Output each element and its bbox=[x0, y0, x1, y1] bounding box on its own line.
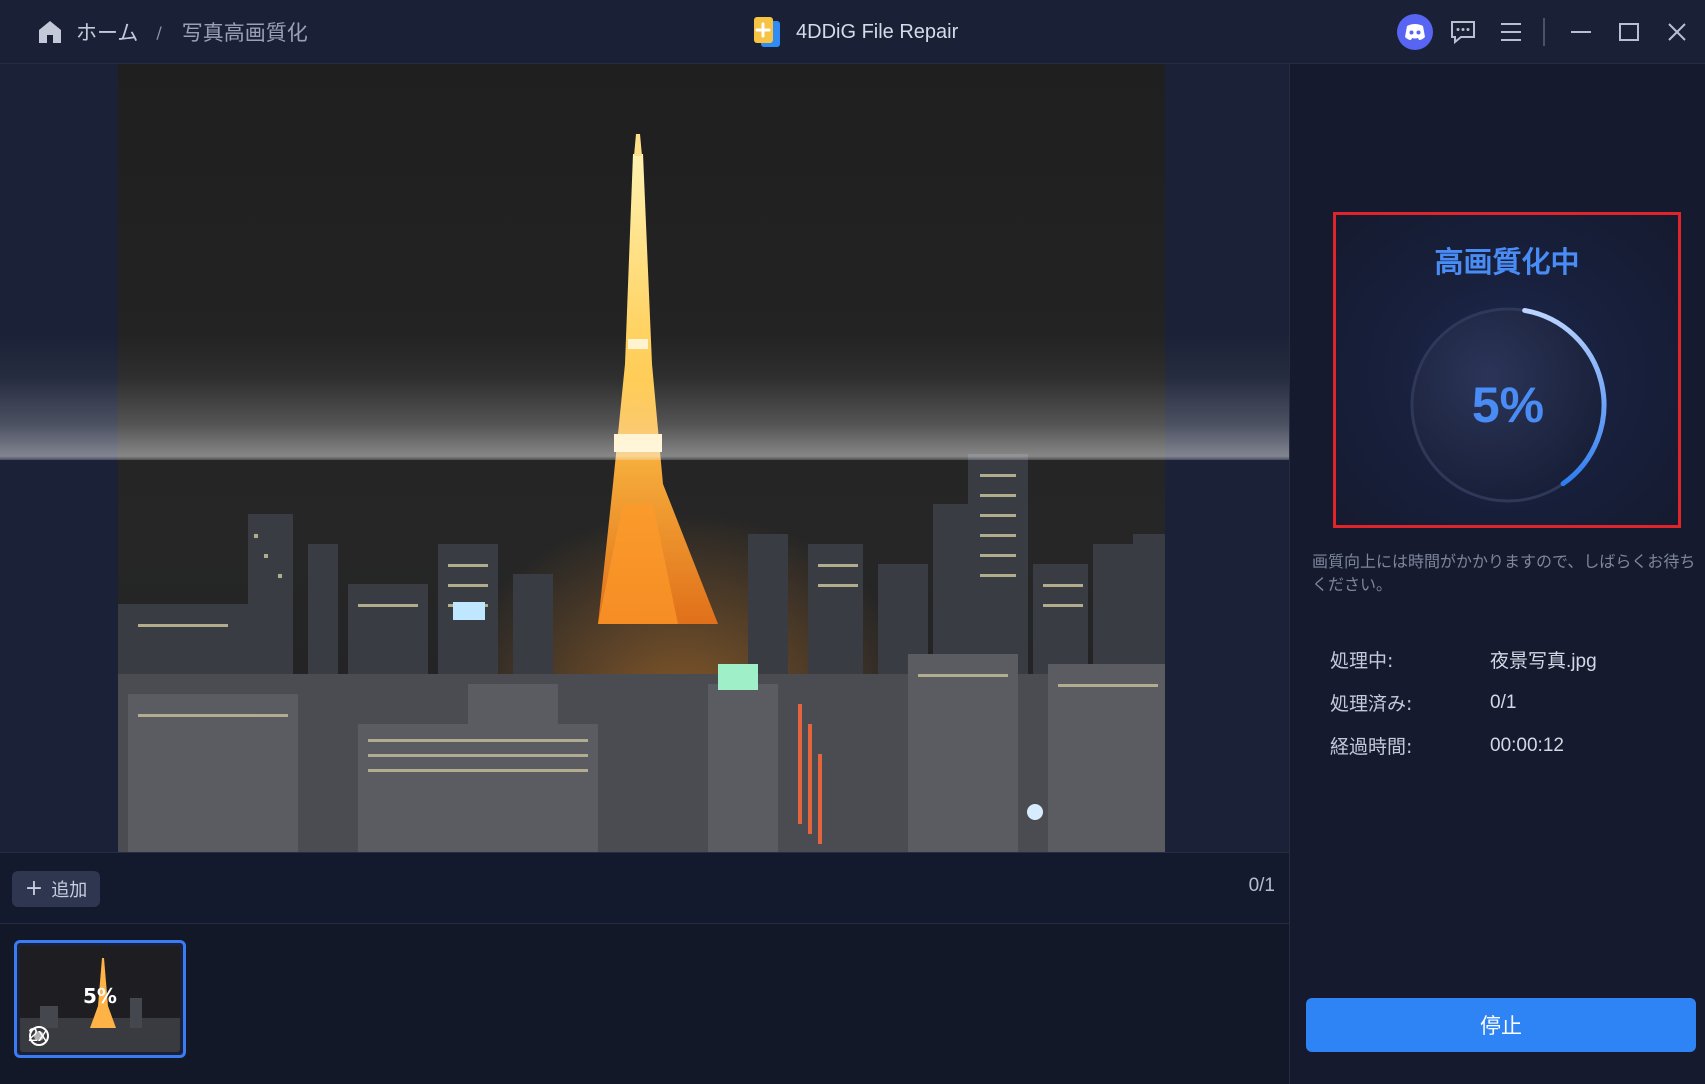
status-value: 00:00:12 bbox=[1490, 734, 1564, 756]
preview-area bbox=[0, 64, 1289, 852]
status-list: 処理中: 夜景写真.jpg 処理済み: 0/1 経過時間: 00:00:12 bbox=[1330, 638, 1690, 767]
wait-hint: 画質向上には時間がかかりますので、しばらくお待ちください。 bbox=[1312, 552, 1696, 594]
progress-panel: 高画質化中 5% 画質向上には時間がかかりますので、しばらくお待ちください。 処… bbox=[1289, 64, 1705, 1084]
add-button-label: 追加 bbox=[51, 880, 88, 901]
progress-card: 高画質化中 5% bbox=[1333, 212, 1681, 528]
progress-title: 高画質化中 bbox=[1434, 245, 1580, 279]
discord-icon bbox=[1397, 14, 1433, 50]
add-button[interactable]: + 追加 bbox=[12, 871, 100, 907]
title-bar: ホーム / 写真高画質化 4DDiG File Repair bbox=[0, 0, 1705, 64]
feedback-button[interactable] bbox=[1443, 12, 1483, 52]
progress-percent: 5% bbox=[1471, 377, 1545, 433]
scan-line-overlay bbox=[0, 334, 1289, 460]
status-key: 経過時間: bbox=[1330, 736, 1413, 758]
minimize-icon bbox=[1571, 31, 1591, 33]
thumbnail-strip: 5% 2x bbox=[0, 924, 1289, 1084]
discord-button[interactable] bbox=[1395, 12, 1435, 52]
menu-button[interactable] bbox=[1491, 12, 1531, 52]
upscale-icon bbox=[29, 1026, 49, 1046]
status-row-elapsed: 経過時間: 00:00:12 bbox=[1330, 724, 1690, 767]
stop-button[interactable]: 停止 bbox=[1306, 998, 1696, 1052]
status-row-processing: 処理中: 夜景写真.jpg bbox=[1330, 638, 1690, 681]
close-button[interactable] bbox=[1657, 12, 1697, 52]
home-icon[interactable] bbox=[36, 18, 64, 46]
status-key: 処理中: bbox=[1330, 650, 1394, 672]
breadcrumb: ホーム / 写真高画質化 bbox=[36, 16, 308, 48]
feedback-icon bbox=[1451, 21, 1475, 45]
app-title: 4DDiG File Repair bbox=[752, 14, 958, 50]
close-icon bbox=[1668, 23, 1686, 41]
status-value: 0/1 bbox=[1490, 691, 1517, 713]
titlebar-divider bbox=[1543, 18, 1545, 46]
menu-icon bbox=[1501, 23, 1521, 41]
thumbnail-image: 5% 2x bbox=[20, 946, 180, 1052]
thumbnail-scale-badge: 2x bbox=[28, 1025, 49, 1046]
file-counter: 0/1 bbox=[1248, 875, 1275, 896]
status-key: 処理済み: bbox=[1330, 693, 1413, 715]
file-toolbar: + 追加 0/1 bbox=[0, 852, 1289, 924]
breadcrumb-home-link[interactable]: ホーム bbox=[76, 17, 138, 47]
window-controls bbox=[1387, 12, 1705, 52]
breadcrumb-current: 写真高画質化 bbox=[181, 21, 308, 45]
thumbnail-progress: 5% bbox=[83, 984, 117, 1008]
minimize-button[interactable] bbox=[1561, 12, 1601, 52]
app-logo-icon bbox=[754, 17, 780, 47]
status-value: 夜景写真.jpg bbox=[1490, 651, 1597, 672]
plus-icon: + bbox=[24, 876, 44, 901]
app-title-text: 4DDiG File Repair bbox=[796, 20, 959, 43]
thumbnail-item[interactable]: 5% 2x bbox=[14, 940, 186, 1058]
breadcrumb-separator: / bbox=[156, 22, 162, 42]
maximize-icon bbox=[1619, 23, 1639, 41]
status-row-processed: 処理済み: 0/1 bbox=[1330, 681, 1690, 724]
maximize-button[interactable] bbox=[1609, 12, 1649, 52]
